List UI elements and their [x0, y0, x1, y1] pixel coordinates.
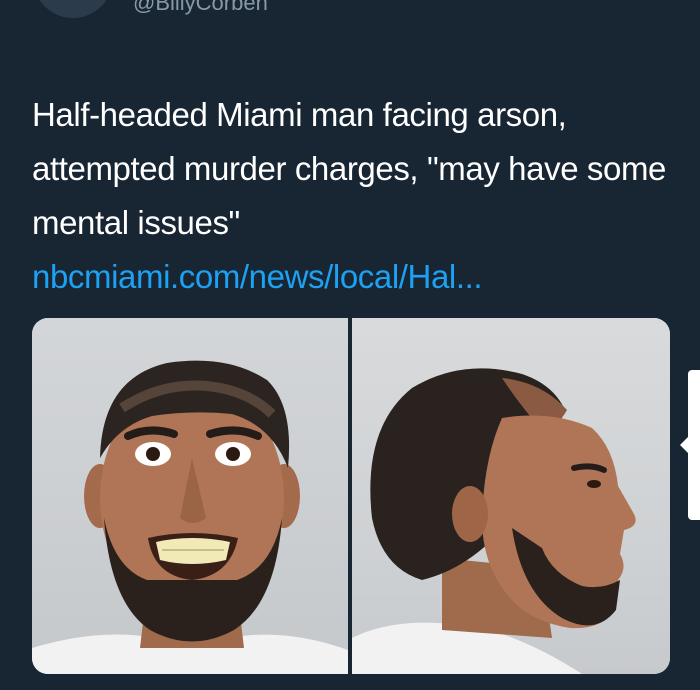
tweet-link[interactable]: nbcmiami.com/news/local/Hal...	[32, 258, 483, 295]
tweet-text: Half-headed Miami man facing arson, atte…	[32, 88, 672, 304]
mugshot-profile-illustration	[352, 368, 636, 674]
tweet-card[interactable]: @BillyCorben Half-headed Miami man facin…	[0, 0, 700, 690]
side-panel-arrow-icon[interactable]	[680, 436, 689, 454]
mugshot-front-photo[interactable]	[32, 318, 348, 674]
user-avatar[interactable]	[33, 0, 113, 18]
side-panel-tab[interactable]	[688, 370, 700, 520]
mugshot-front-illustration	[32, 360, 348, 674]
tweet-body-text: Half-headed Miami man facing arson, atte…	[32, 96, 667, 241]
mugshot-profile-photo[interactable]	[352, 318, 670, 674]
user-handle[interactable]: @BillyCorben	[133, 0, 268, 16]
tweet-media[interactable]	[32, 318, 670, 674]
